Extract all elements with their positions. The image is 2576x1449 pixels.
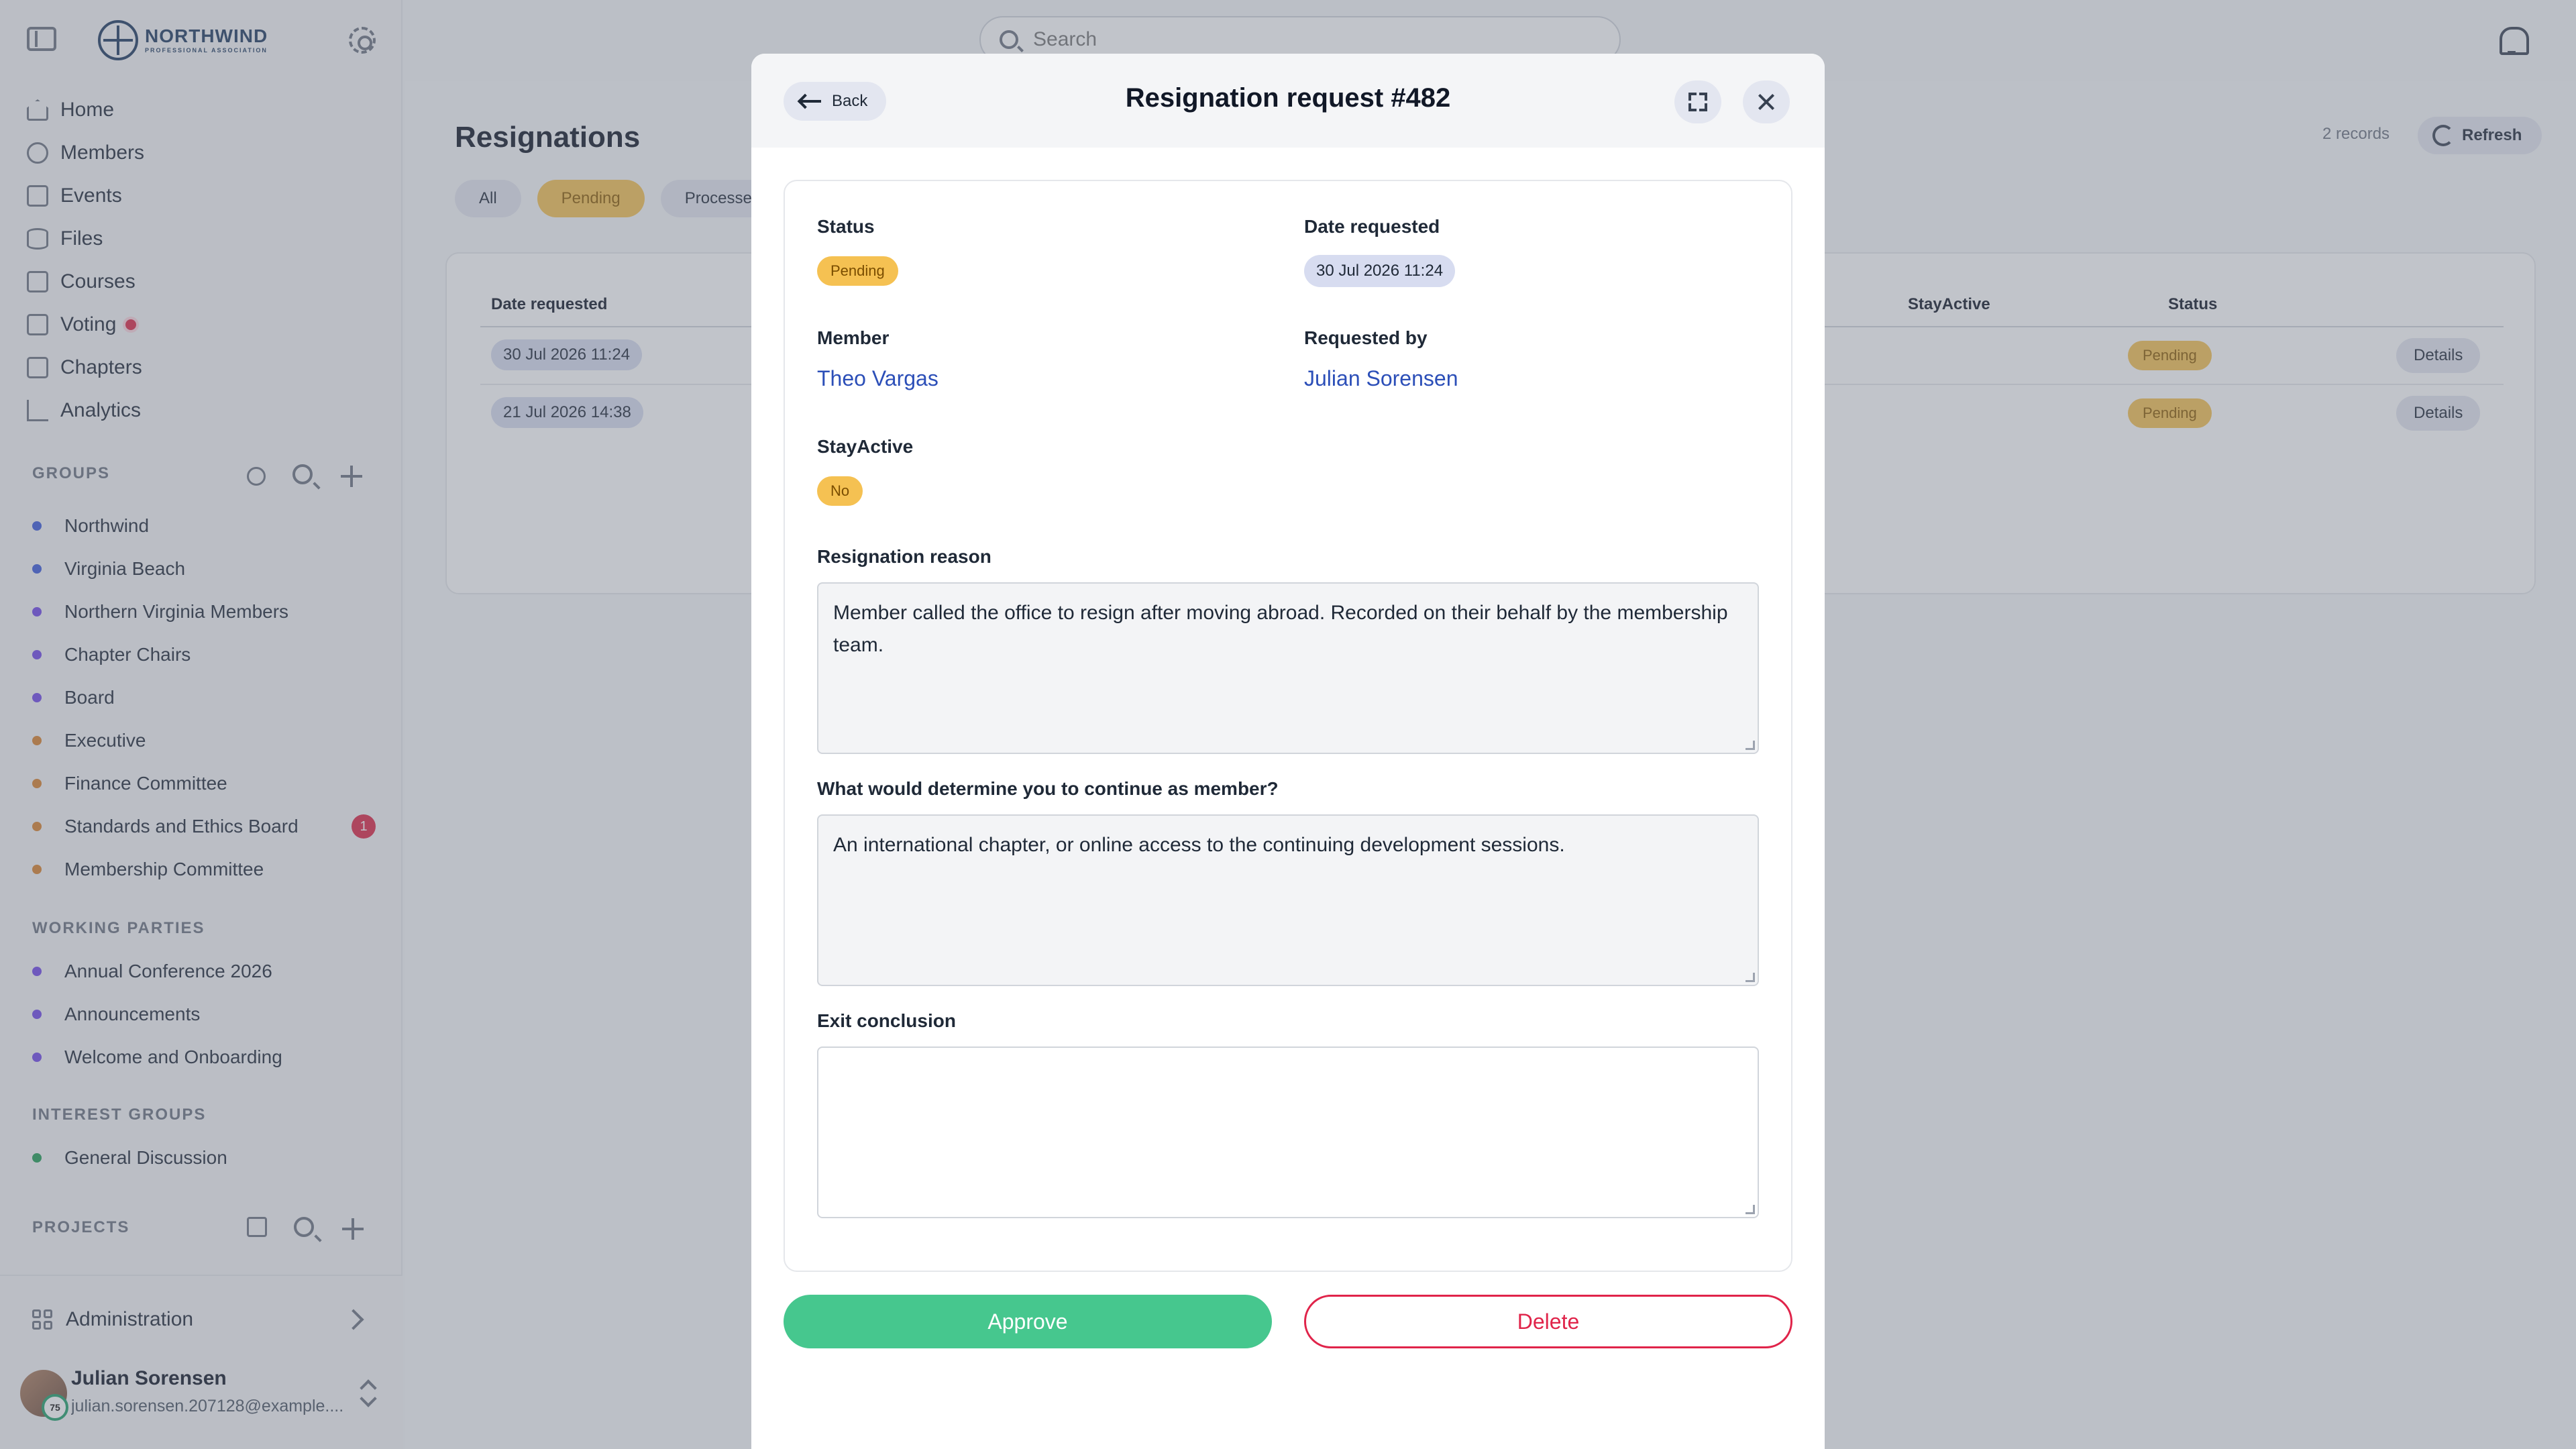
exit-conclusion-label: Exit conclusion: [817, 1010, 956, 1031]
member-link[interactable]: Theo Vargas: [817, 366, 938, 391]
resize-grip-icon[interactable]: [1746, 741, 1755, 750]
status-label: Status: [817, 216, 875, 237]
requested-by-link[interactable]: Julian Sorensen: [1304, 366, 1458, 391]
delete-button[interactable]: Delete: [1304, 1295, 1792, 1348]
expand-icon: [1688, 93, 1697, 101]
approve-button[interactable]: Approve: [784, 1295, 1272, 1348]
stayactive-badge: No: [817, 476, 863, 506]
status-badge: Pending: [817, 256, 898, 286]
resignation-reason-textarea[interactable]: Member called the office to resign after…: [817, 582, 1759, 754]
continue-answer-text: An international chapter, or online acce…: [833, 834, 1565, 856]
modal-title: Resignation request #482: [1125, 83, 1451, 113]
request-details-card: Status Pending Date requested 30 Jul 202…: [784, 180, 1792, 1272]
continue-question-label: What would determine you to continue as …: [817, 778, 1279, 799]
resignation-reason-label: Resignation reason: [817, 546, 991, 567]
resize-grip-icon[interactable]: [1746, 1205, 1755, 1214]
date-requested-label: Date requested: [1304, 216, 1440, 237]
close-icon[interactable]: [1743, 80, 1790, 123]
modal-header: Back Resignation request #482: [751, 54, 1825, 148]
continue-answer-textarea[interactable]: An international chapter, or online acce…: [817, 814, 1759, 986]
stayactive-label: StayActive: [817, 436, 914, 457]
expand-button[interactable]: [1674, 80, 1721, 123]
resize-grip-icon[interactable]: [1746, 973, 1755, 982]
exit-conclusion-textarea[interactable]: [817, 1046, 1759, 1218]
resignation-reason-text: Member called the office to resign after…: [833, 602, 1728, 656]
member-label: Member: [817, 327, 890, 348]
date-requested-badge: 30 Jul 2026 11:24: [1304, 255, 1456, 287]
requested-by-label: Requested by: [1304, 327, 1428, 348]
resignation-request-modal: Back Resignation request #482 Status Pen…: [751, 54, 1825, 1449]
